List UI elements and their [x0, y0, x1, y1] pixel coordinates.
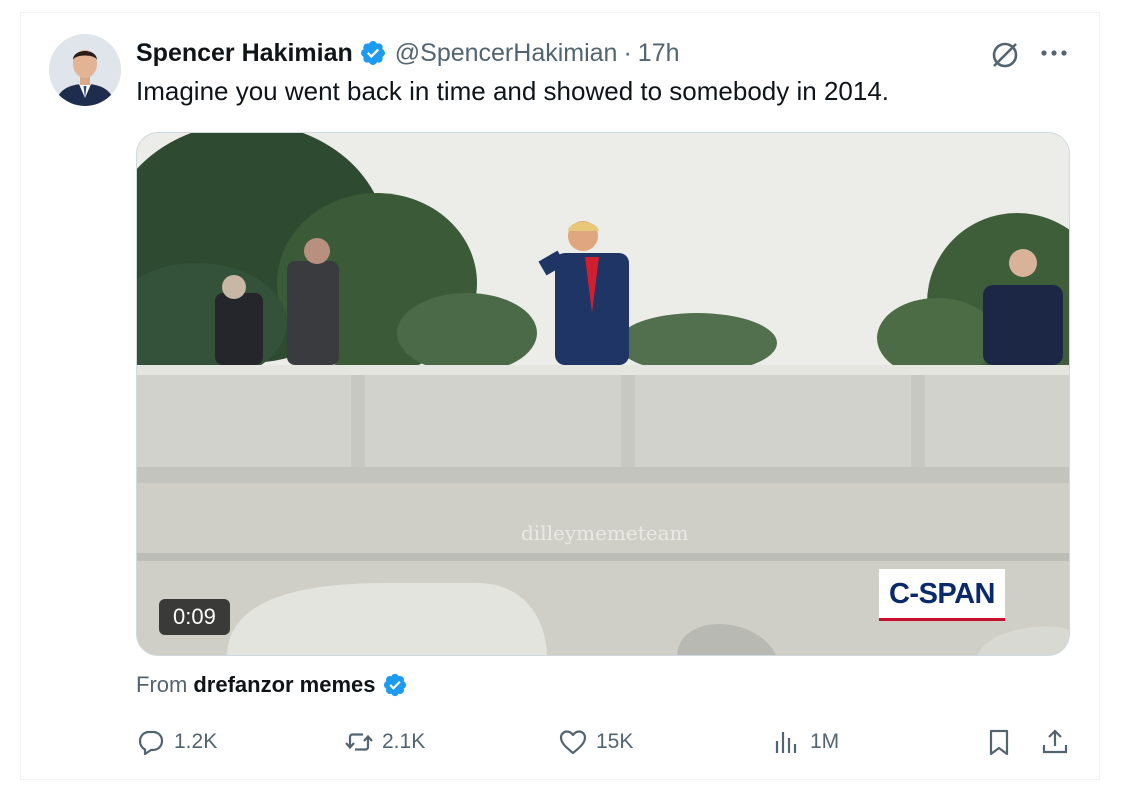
tweet-header: Spencer Hakimian @SpencerHakimian · 17h: [136, 36, 680, 70]
bookmark-button[interactable]: [984, 722, 1014, 762]
header-separator: ·: [623, 38, 632, 67]
share-icon: [1042, 729, 1068, 754]
like-count: 15K: [596, 730, 634, 753]
source-name[interactable]: drefanzor memes: [193, 672, 375, 698]
like-icon: [559, 730, 587, 755]
repost-count: 2.1K: [382, 730, 426, 753]
repost-icon: [345, 733, 373, 751]
views-count: 1M: [810, 730, 840, 753]
video-player[interactable]: dilleymemeteam C-SPAN 0:09: [136, 132, 1070, 656]
cspan-logo: C-SPAN: [879, 569, 1005, 621]
author-handle[interactable]: @SpencerHakimian: [395, 39, 618, 68]
reply-button[interactable]: 1.2K: [136, 722, 217, 762]
like-button[interactable]: 15K: [558, 722, 633, 762]
share-button[interactable]: [1040, 722, 1070, 762]
reply-icon: [138, 730, 164, 756]
tweet-text: Imagine you went back in time and showed…: [136, 76, 890, 106]
avatar[interactable]: [49, 34, 121, 106]
from-label: From: [136, 672, 188, 697]
bookmark-icon: [989, 729, 1009, 756]
reply-count: 1.2K: [174, 730, 218, 753]
more-button[interactable]: [1036, 36, 1072, 70]
tweet-timestamp[interactable]: 17h: [638, 39, 680, 68]
verified-badge-icon: [383, 673, 406, 697]
more-icon: [1041, 50, 1067, 56]
views-button[interactable]: 1M: [772, 722, 839, 762]
author-name[interactable]: Spencer Hakimian: [136, 39, 353, 68]
verified-badge-icon: [360, 41, 385, 65]
action-bar: 1.2K 2.1K 15K 1M: [0, 722, 1144, 762]
video-duration: 0:09: [159, 599, 230, 635]
grok-icon: [992, 42, 1018, 68]
grok-button[interactable]: [988, 38, 1022, 72]
views-icon: [775, 732, 797, 753]
repost-button[interactable]: 2.1K: [344, 722, 425, 762]
attribution-line: From drefanzor memes: [136, 672, 408, 698]
video-watermark: dilleymemeteam: [521, 521, 689, 545]
